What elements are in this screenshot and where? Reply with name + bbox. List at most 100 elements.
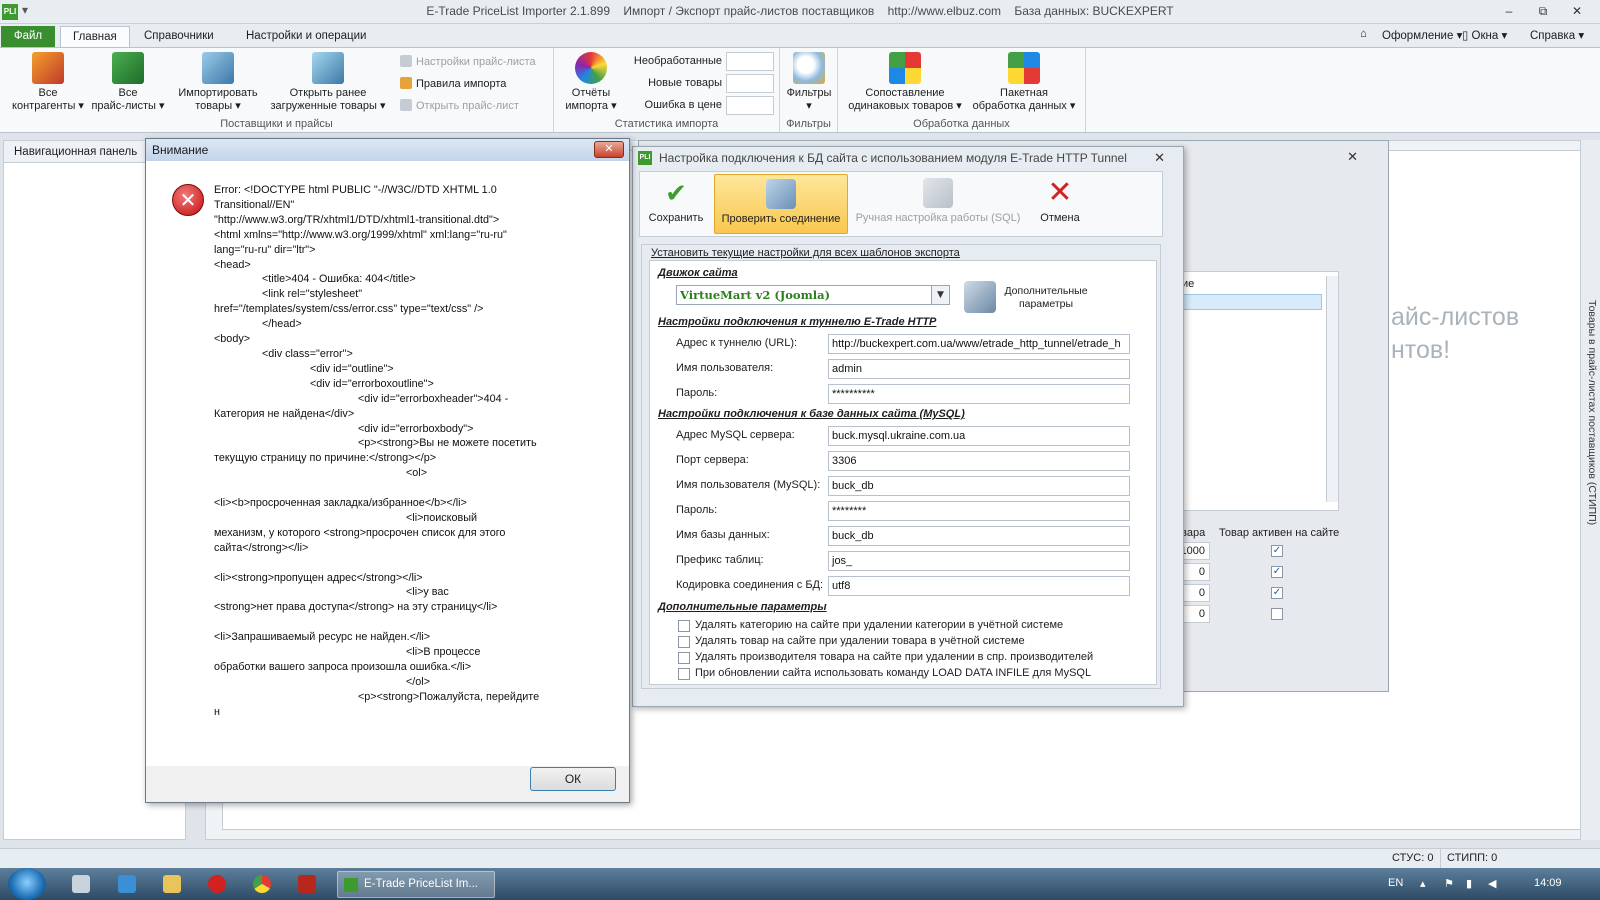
tray-arrow-icon[interactable]: ▴ xyxy=(1420,877,1426,890)
app-icon xyxy=(344,878,358,892)
language-indicator[interactable]: EN xyxy=(1388,877,1403,889)
option-label: Удалять товар на сайте при удалении това… xyxy=(695,635,1025,647)
option-label: Удалять производителя товара на сайте пр… xyxy=(695,651,1094,663)
open-pricelist-button[interactable]: Открыть прайс-лист xyxy=(400,97,519,115)
window-title: E-Trade PriceList Importer 2.1.899 Импор… xyxy=(426,4,1174,18)
option-label: Удалять категорию на сайте при удалении … xyxy=(695,619,1064,631)
import-reports-button[interactable]: Отчёты импорта ▾ xyxy=(558,52,624,113)
pricelist-settings-icon xyxy=(400,55,412,67)
window-controls: – ⧉ ✕ xyxy=(1492,2,1594,20)
pricelist-settings-button[interactable]: Настройки прайс-листа xyxy=(400,53,536,71)
settings-window: PLI Настройка подключения к БД сайта с и… xyxy=(632,146,1184,707)
stat-price-error-label: Ошибка в цене xyxy=(644,99,722,111)
mysql-charset-label: Кодировка соединения с БД: xyxy=(676,579,824,591)
file-manager-icon[interactable] xyxy=(72,875,90,893)
grid-active-checkbox[interactable]: ✓ xyxy=(1271,566,1283,578)
cancel-button[interactable]: ✕ Отмена xyxy=(1028,174,1092,234)
option-checkbox[interactable] xyxy=(678,636,690,648)
error-message: Error: <!DOCTYPE html PUBLIC "-//W3C//DT… xyxy=(214,184,540,718)
grid-active-checkbox[interactable]: ✓ xyxy=(1271,587,1283,599)
grid-active-checkbox[interactable]: ✓ xyxy=(1271,545,1283,557)
side-tab-goods[interactable]: Товары в прайс-листах поставщиков (СТИПП… xyxy=(1580,140,1600,840)
tunnel-url-input[interactable]: http://buckexpert.com.ua/www/etrade_http… xyxy=(828,334,1130,354)
flag-icon[interactable]: ⚑ xyxy=(1444,877,1454,890)
network-icon[interactable]: ▮ xyxy=(1466,877,1472,890)
volume-icon[interactable]: ◀ xyxy=(1488,877,1496,890)
ok-button[interactable]: ОК xyxy=(530,767,616,791)
chevron-down-icon[interactable]: ▼ xyxy=(931,286,949,304)
menu-help[interactable]: Справка ▾ xyxy=(1530,28,1584,42)
engine-select[interactable]: VirtueMart v2 (Joomla) ▼ xyxy=(676,285,950,305)
import-goods-button[interactable]: Импортировать товары ▾ xyxy=(170,52,266,113)
extra-params-button[interactable]: Дополнительные параметры xyxy=(996,285,1096,311)
cancel-x-icon: ✕ xyxy=(1047,176,1073,209)
import-rules-button[interactable]: Правила импорта xyxy=(400,75,506,93)
taskbar-app-button[interactable]: E-Trade PriceList Im... xyxy=(337,871,495,898)
tunnel-user-label: Имя пользователя: xyxy=(676,362,774,374)
mysql-charset-input[interactable]: utf8 xyxy=(828,576,1130,596)
close-icon[interactable]: ✕ xyxy=(1154,147,1165,169)
grid-header-fragment: ие xyxy=(1182,278,1195,290)
grid-scrollbar[interactable] xyxy=(1326,276,1338,502)
filters-button[interactable]: Фильтры ▾ xyxy=(782,52,836,113)
grid-active-checkbox[interactable] xyxy=(1271,608,1283,620)
grid-selected-row[interactable] xyxy=(1180,294,1322,310)
option-checkbox[interactable] xyxy=(678,620,690,632)
stat-unprocessed-label: Необработанные xyxy=(633,55,722,67)
mysql-host-input[interactable]: buck.mysql.ukraine.com.ua xyxy=(828,426,1130,446)
error-dialog: Внимание ✕ ✕ Error: <!DOCTYPE html PUBLI… xyxy=(145,138,630,803)
apply-all-link[interactable]: Установить текущие настройки для всех ша… xyxy=(651,247,960,259)
tunnel-user-input[interactable]: admin xyxy=(828,359,1130,379)
menu-windows[interactable]: ▯ Окна ▾ xyxy=(1462,28,1507,42)
status-bar: СТУС: 0 СТИПП: 0 xyxy=(0,848,1600,868)
settings-window-titlebar: PLI Настройка подключения к БД сайта с и… xyxy=(633,147,1183,169)
mysql-port-input[interactable]: 3306 xyxy=(828,451,1130,471)
minimize-icon[interactable]: – xyxy=(1492,2,1526,20)
mysql-prefix-input[interactable]: jos_ xyxy=(828,551,1130,571)
maximize-icon[interactable]: ⧉ xyxy=(1526,2,1560,20)
status-stipp: СТИПП: 0 xyxy=(1447,852,1498,864)
clock[interactable]: 14:09 xyxy=(1534,877,1562,889)
mysql-password-input[interactable]: ******** xyxy=(828,501,1130,521)
chrome-icon[interactable] xyxy=(253,875,271,893)
error-dialog-body: ✕ Error: <!DOCTYPE html PUBLIC "-//W3C//… xyxy=(146,161,629,766)
magnifier-icon xyxy=(793,52,825,84)
tunnel-password-input[interactable]: ********** xyxy=(828,384,1130,404)
opera-icon[interactable] xyxy=(208,875,226,893)
open-loaded-goods-button[interactable]: Открыть ранее загруженные товары ▾ xyxy=(266,52,390,113)
mysql-user-label: Имя пользователя (MySQL): xyxy=(676,479,821,491)
close-icon[interactable]: ✕ xyxy=(1560,2,1594,20)
close-icon[interactable]: ✕ xyxy=(594,141,624,158)
batch-processing-button[interactable]: Пакетная обработка данных ▾ xyxy=(968,52,1080,113)
mysql-user-input[interactable]: buck_db xyxy=(828,476,1130,496)
mysql-port-label: Порт сервера: xyxy=(676,454,749,466)
filezilla-icon[interactable] xyxy=(298,875,316,893)
error-dialog-title: Внимание xyxy=(146,139,629,161)
close-icon[interactable]: ✕ xyxy=(1347,149,1358,165)
mysql-dbname-input[interactable]: buck_db xyxy=(828,526,1130,546)
stat-price-error-value xyxy=(726,96,774,115)
tab-directories[interactable]: Справочники xyxy=(132,26,226,48)
match-goods-button[interactable]: Сопоставление одинаковых товаров ▾ xyxy=(844,52,966,113)
option-checkbox[interactable] xyxy=(678,652,690,664)
pie-chart-icon xyxy=(575,52,607,84)
folder-icon[interactable] xyxy=(163,875,181,893)
option-checkbox[interactable] xyxy=(678,668,690,680)
rubik-cube-icon xyxy=(889,52,921,84)
help-up-icon[interactable]: ⌂ xyxy=(1360,28,1367,40)
group-title-processing: Обработка данных xyxy=(913,118,1010,130)
all-contractors-button[interactable]: Все контрагенты ▾ xyxy=(6,52,90,113)
start-button[interactable] xyxy=(8,868,46,900)
file-tab[interactable]: Файл xyxy=(1,26,55,47)
test-connection-button[interactable]: Проверить соединение xyxy=(714,174,848,234)
tab-home[interactable]: Главная xyxy=(60,26,130,48)
remote-desktop-icon[interactable] xyxy=(118,875,136,893)
tab-settings[interactable]: Настройки и операции xyxy=(234,26,378,48)
save-button[interactable]: ✔ Сохранить xyxy=(642,174,710,234)
manual-sql-button[interactable]: Ручная настройка работы (SQL) xyxy=(852,174,1024,234)
tools-icon[interactable] xyxy=(964,281,996,313)
title-bar: PLI ▾ E-Trade PriceList Importer 2.1.899… xyxy=(0,0,1600,24)
group-title-suppliers: Поставщики и прайсы xyxy=(220,118,333,130)
menu-appearance[interactable]: Оформление ▾ xyxy=(1382,28,1462,42)
all-pricelists-button[interactable]: Все прайс-листы ▾ xyxy=(88,52,168,113)
